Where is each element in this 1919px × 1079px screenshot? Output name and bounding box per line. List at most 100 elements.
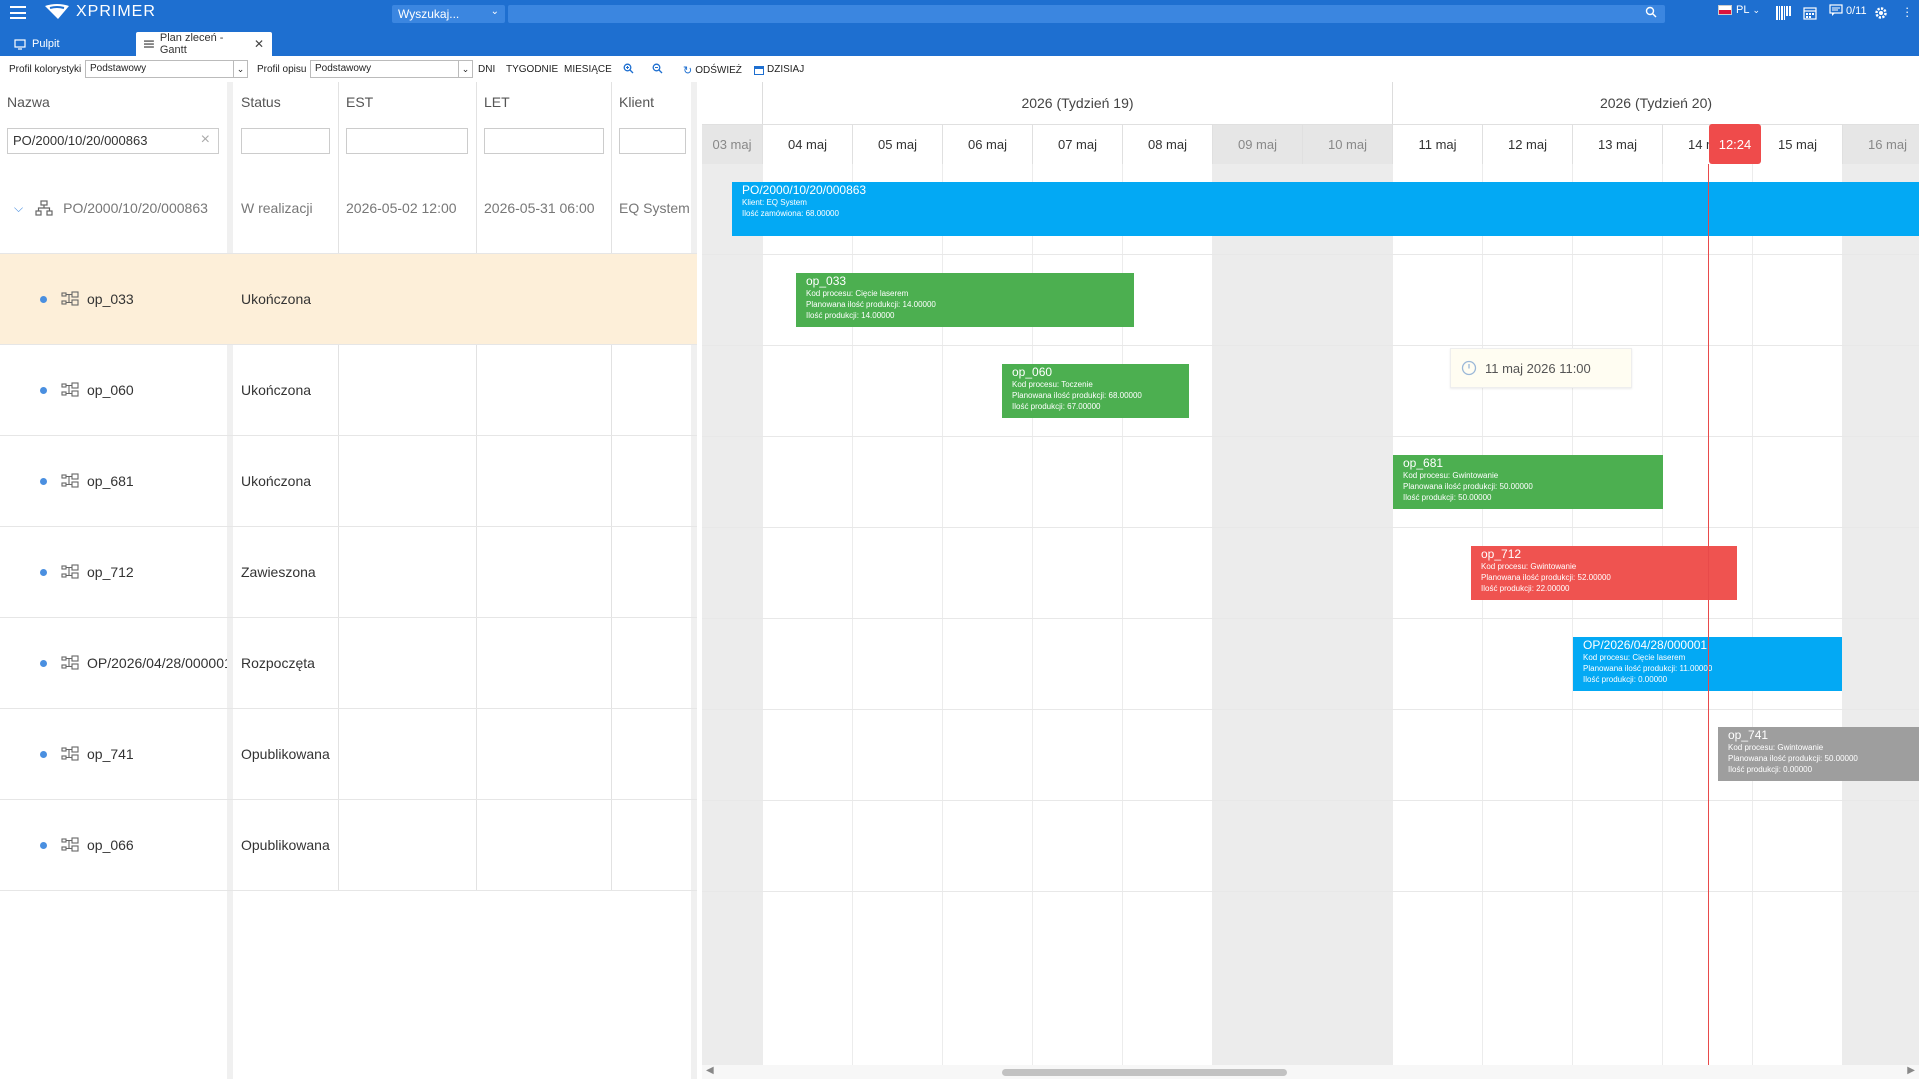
- chevron-down-icon: ⌄: [458, 61, 472, 77]
- gantt-bar[interactable]: op_681 Kod procesu: Gwintowanie Planowan…: [1393, 455, 1663, 509]
- day-label: 16 maj: [1867, 137, 1908, 152]
- gantt-bar[interactable]: op_712 Kod procesu: Gwintowanie Planowan…: [1471, 546, 1737, 600]
- weeks-button[interactable]: TYGODNIE: [506, 64, 558, 75]
- search-input[interactable]: [508, 5, 1665, 23]
- row-divider: [702, 436, 1919, 437]
- table-row[interactable]: op_741 Opublikowana: [0, 709, 697, 800]
- day-header-weekend: 09 maj: [1213, 124, 1303, 164]
- current-time-label: 12:24: [1718, 136, 1752, 152]
- operation-icon: [61, 655, 79, 670]
- calendar-icon[interactable]: [1803, 6, 1817, 20]
- tab-pulpit[interactable]: Pulpit: [6, 32, 68, 56]
- search-icon[interactable]: [1645, 6, 1657, 18]
- row-est: 2026-05-02 12:00: [346, 200, 457, 216]
- client-filter-input[interactable]: [619, 128, 686, 154]
- day-header: 13 maj: [1573, 124, 1663, 164]
- chevron-down-icon: ⌄: [1752, 4, 1761, 15]
- bar-line: Kod procesu: Gwintowanie: [1728, 743, 1824, 752]
- day-header-weekend: 16 maj: [1843, 124, 1919, 164]
- day-label: 15 maj: [1777, 137, 1818, 152]
- table-row[interactable]: op_033 Ukończona: [0, 254, 697, 345]
- operation-icon: [61, 291, 79, 306]
- color-profile-select[interactable]: Podstawowy ⌄: [85, 60, 248, 78]
- day-header: 05 maj: [853, 124, 943, 164]
- column-header-est[interactable]: EST: [346, 94, 373, 110]
- desc-profile-label: Profil opisu: [257, 64, 307, 75]
- day-label: 10 maj: [1327, 137, 1368, 152]
- row-divider: [702, 709, 1919, 710]
- scrollbar-thumb[interactable]: [1002, 1069, 1287, 1076]
- zoom-in-icon[interactable]: [623, 63, 634, 74]
- search-scope-select[interactable]: Wyszukaj... ⌄: [392, 5, 505, 23]
- row-name: op_712: [87, 564, 134, 580]
- clear-icon[interactable]: ×: [201, 131, 210, 149]
- months-button[interactable]: MIESIĄCE: [564, 64, 612, 75]
- row-name: op_681: [87, 473, 134, 489]
- refresh-button[interactable]: ↻ ODŚWIEŻ: [683, 64, 742, 77]
- gantt-bar[interactable]: op_741 Kod procesu: Gwintowanie Planowan…: [1718, 727, 1919, 781]
- gantt-bar[interactable]: op_060 Kod procesu: Toczenie Planowana i…: [1002, 364, 1189, 418]
- est-filter-input[interactable]: [346, 128, 468, 154]
- column-header-status[interactable]: Status: [241, 94, 281, 110]
- gantt-bar-order[interactable]: PO/2000/10/20/000863 Klient: EQ System I…: [732, 182, 1919, 236]
- row-name: op_066: [87, 837, 134, 853]
- name-filter-input[interactable]: PO/2000/10/20/000863 ×: [7, 128, 219, 154]
- table-row[interactable]: op_060 Ukończona: [0, 345, 697, 436]
- horizontal-scrollbar[interactable]: ◀ ▶: [702, 1065, 1919, 1079]
- scroll-left-icon[interactable]: ◀: [706, 1065, 714, 1076]
- gear-icon[interactable]: [1874, 6, 1888, 20]
- day-column: [1573, 164, 1663, 1079]
- row-let: 2026-05-31 06:00: [484, 200, 595, 216]
- refresh-icon: ↻: [683, 65, 693, 77]
- row-status: Ukończona: [241, 291, 312, 307]
- day-column-weekend: [702, 164, 763, 1079]
- message-icon: [1829, 4, 1843, 16]
- current-time-badge: 12:24: [1709, 124, 1761, 164]
- messages-button[interactable]: 0/11: [1829, 4, 1867, 17]
- calendar-icon: [754, 65, 764, 75]
- zoom-out-icon[interactable]: [652, 63, 663, 74]
- scroll-right-icon[interactable]: ▶: [1907, 1065, 1915, 1076]
- app-logo[interactable]: XPRIMER: [44, 3, 156, 21]
- column-header-client[interactable]: Klient: [619, 94, 654, 110]
- flag-pl-icon: [1718, 5, 1732, 15]
- week-label: 2026 (Tydzień 20): [1599, 95, 1713, 111]
- tabs-bar: Pulpit Plan zleceń - Gantt ✕: [0, 26, 1919, 56]
- week-label: 2026 (Tydzień 19): [1021, 95, 1134, 111]
- row-name: op_741: [87, 746, 134, 762]
- table-row[interactable]: op_681 Ukończona: [0, 436, 697, 527]
- day-header: 06 maj: [943, 124, 1033, 164]
- status-filter-input[interactable]: [241, 128, 330, 154]
- column-header-let[interactable]: LET: [484, 94, 510, 110]
- language-select[interactable]: PL ⌄: [1718, 4, 1760, 16]
- gantt-bar[interactable]: op_033 Kod procesu: Cięcie laserem Plano…: [796, 273, 1134, 327]
- table-row[interactable]: op_712 Zawieszona: [0, 527, 697, 618]
- tab-gantt[interactable]: Plan zleceń - Gantt ✕: [136, 32, 272, 56]
- name-filter-value: PO/2000/10/20/000863: [13, 133, 148, 148]
- gantt-toolbar: Profil kolorystyki Podstawowy ⌄ Profil o…: [0, 56, 1919, 82]
- day-label: 11 maj: [1418, 137, 1457, 152]
- let-filter-input[interactable]: [484, 128, 604, 154]
- days-button[interactable]: DNI: [478, 64, 495, 75]
- today-label: DZISIAJ: [767, 64, 805, 75]
- menu-icon[interactable]: [10, 6, 26, 19]
- desc-profile-select[interactable]: Podstawowy ⌄: [310, 60, 473, 78]
- day-label: 06 maj: [967, 137, 1008, 152]
- day-header-weekend: 10 maj: [1303, 124, 1393, 164]
- messages-counter: 0/11: [1846, 4, 1867, 17]
- today-button[interactable]: DZISIAJ: [754, 64, 804, 75]
- gantt-chart[interactable]: 2026 (Tydzień 19) 2026 (Tydzień 20) 03 m…: [702, 82, 1919, 1079]
- more-vert-icon[interactable]: · · ·: [1905, 1, 1909, 22]
- table-row[interactable]: op_066 Opublikowana: [0, 800, 697, 891]
- day-column: [1483, 164, 1573, 1079]
- chevron-down-icon[interactable]: ⌵: [14, 201, 23, 216]
- day-label: 12 maj: [1507, 137, 1548, 152]
- table-row-parent[interactable]: ⌵ PO/2000/10/20/000863 W realizacji 2026…: [0, 163, 697, 254]
- close-tab-icon[interactable]: ✕: [254, 37, 264, 51]
- column-header-name[interactable]: Nazwa: [7, 94, 50, 110]
- day-header: 07 maj: [1033, 124, 1123, 164]
- barcode-icon[interactable]: [1776, 6, 1791, 20]
- row-name-cell: op_060: [40, 345, 224, 435]
- row-name-cell: op_741: [40, 709, 224, 799]
- table-row[interactable]: OP/2026/04/28/000001 Rozpoczęta: [0, 618, 697, 709]
